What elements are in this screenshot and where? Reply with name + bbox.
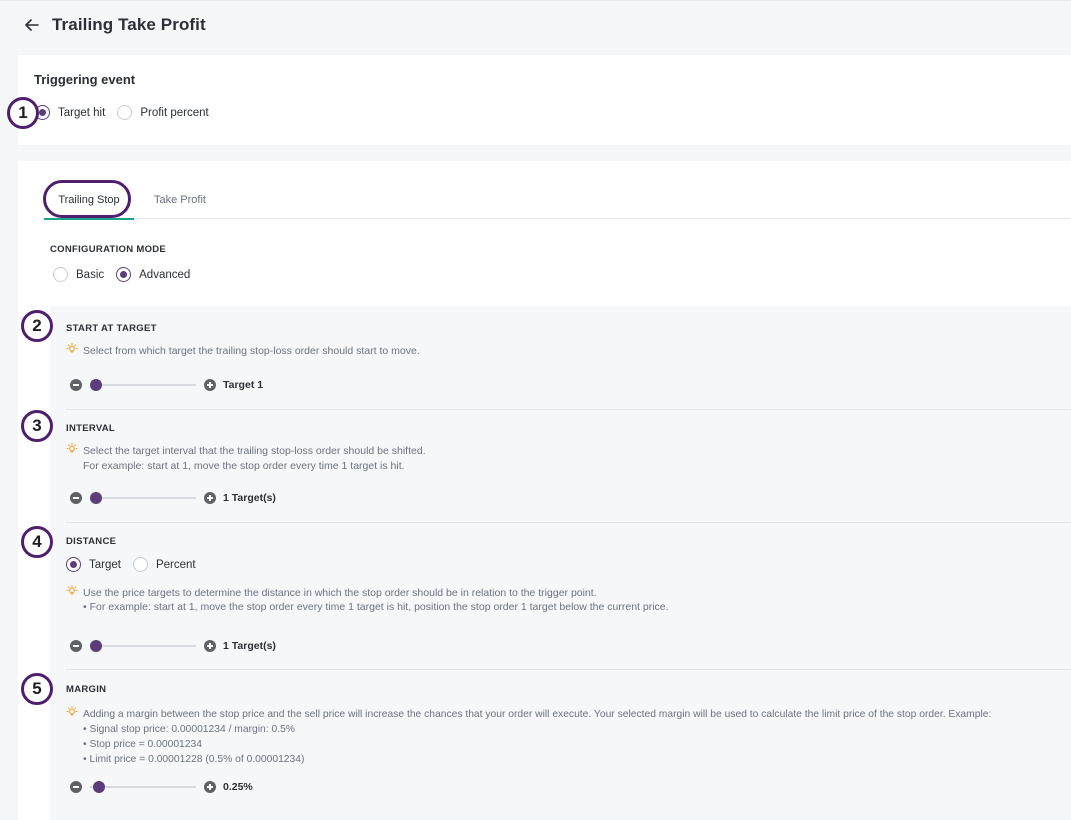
radio-button[interactable]	[53, 267, 68, 282]
start-at-target-hint: Select from which target the trailing st…	[66, 343, 1071, 359]
margin-section: MARGIN Adding a margin between the stop …	[66, 684, 1071, 767]
hint-line: • Stop price = 0.00001234	[83, 739, 202, 750]
lightbulb-icon	[66, 343, 78, 353]
page-header: Trailing Take Profit	[22, 10, 206, 40]
minus-circle-icon[interactable]	[70, 640, 82, 652]
trailing-config-card: Trailing Stop Take Profit CONFIGURATION …	[18, 161, 1071, 820]
radio-label: Profit percent	[140, 106, 209, 119]
hint-text: Select the target interval that the trai…	[83, 444, 426, 474]
radio-target[interactable]: Target	[66, 557, 121, 572]
radio-label: Basic	[76, 268, 105, 281]
triggering-event-card: Triggering event Target hit Profit perce…	[18, 55, 1071, 145]
hint-line: Select the target interval that the trai…	[83, 445, 426, 457]
radio-button[interactable]	[132, 557, 148, 572]
radio-basic[interactable]: Basic	[53, 267, 104, 282]
interval-title: INTERVAL	[66, 423, 116, 434]
slider-track	[90, 645, 196, 647]
hint-line: • Limit price = 0.00001228 (0.5% of 0.00…	[83, 754, 305, 765]
page-title: Trailing Take Profit	[52, 15, 206, 34]
hint-line: • For example: start at 1, move the stop…	[83, 601, 669, 613]
annotation-marker: 5	[21, 673, 53, 705]
divider	[66, 522, 1071, 523]
tab-trailing-stop[interactable]: Trailing Stop	[44, 181, 134, 220]
radio-button[interactable]	[117, 105, 133, 120]
radio-label: Target hit	[58, 106, 106, 119]
minus-circle-icon[interactable]	[70, 492, 82, 504]
hint-line: Use the price targets to determine the d…	[83, 587, 597, 599]
annotation-marker: 4	[21, 526, 53, 558]
radio-label: Target	[89, 558, 121, 571]
interval-hint: Select the target interval that the trai…	[66, 443, 1071, 474]
triggering-event-title: Triggering event	[34, 72, 136, 87]
plus-circle-icon[interactable]	[204, 781, 216, 793]
radio-target-hit[interactable]: Target hit	[35, 105, 105, 120]
triggering-event-options: Target hit Profit percent	[35, 105, 221, 120]
hint-text: Select from which target the trailing st…	[83, 345, 420, 357]
distance-stepper: 1 Target(s)	[70, 639, 276, 653]
distance-value: 1 Target(s)	[223, 640, 276, 652]
distance-slider[interactable]	[90, 639, 196, 653]
slider-thumb[interactable]	[92, 781, 105, 793]
margin-value: 0.25%	[223, 781, 253, 793]
plus-circle-icon[interactable]	[204, 379, 216, 391]
radio-label: Percent	[155, 558, 196, 571]
start-at-target-value: Target 1	[223, 379, 264, 391]
minus-circle-icon[interactable]	[70, 379, 82, 391]
plus-circle-icon[interactable]	[204, 492, 216, 504]
slider-thumb[interactable]	[90, 379, 102, 391]
hint-line: For example: start at 1, move the stop o…	[83, 460, 405, 472]
annotation-marker: 3	[21, 410, 53, 442]
radio-advanced[interactable]: Advanced	[116, 267, 190, 282]
start-at-target-section: START AT TARGET Select from which target…	[66, 323, 1071, 359]
slider-track	[90, 786, 196, 788]
slider-track	[90, 497, 196, 499]
back-arrow-icon[interactable]	[22, 15, 42, 35]
configuration-mode-label: CONFIGURATION MODE	[50, 244, 167, 255]
margin-slider[interactable]	[90, 780, 196, 794]
advanced-settings-panel: START AT TARGET Select from which target…	[50, 306, 1071, 820]
top-border	[0, 0, 1071, 1]
annotation-marker: 2	[21, 310, 53, 342]
distance-section: DISTANCE Target Percent Use the price ta…	[66, 536, 1071, 614]
annotation-marker: 1	[7, 97, 39, 129]
slider-track	[90, 384, 196, 386]
lightbulb-icon	[66, 585, 78, 595]
hint-text: Adding a margin between the stop price a…	[83, 707, 991, 767]
hint-line: • Signal stop price: 0.00001234 / margin…	[83, 724, 295, 735]
distance-options: Target Percent	[66, 557, 1071, 572]
interval-section: INTERVAL Select the target interval that…	[66, 423, 1071, 474]
lightbulb-icon	[66, 443, 78, 453]
hint-line: Adding a margin between the stop price a…	[83, 709, 992, 720]
radio-profit-percent[interactable]: Profit percent	[117, 105, 209, 120]
slider-thumb[interactable]	[90, 492, 102, 504]
radio-button[interactable]	[66, 557, 81, 572]
radio-label: Advanced	[139, 268, 191, 281]
lightbulb-icon	[66, 706, 78, 716]
tab-take-profit[interactable]: Take Profit	[152, 181, 208, 219]
start-at-target-title: START AT TARGET	[66, 323, 157, 334]
configuration-mode-options: Basic Advanced	[53, 267, 202, 282]
interval-slider[interactable]	[90, 491, 196, 505]
margin-stepper: 0.25%	[70, 780, 253, 794]
interval-value: 1 Target(s)	[223, 492, 276, 504]
start-at-target-slider[interactable]	[90, 378, 196, 392]
hint-text: Use the price targets to determine the d…	[83, 586, 669, 614]
distance-title: DISTANCE	[66, 536, 117, 547]
interval-stepper: 1 Target(s)	[70, 491, 276, 505]
divider	[66, 669, 1071, 670]
slider-thumb[interactable]	[90, 640, 102, 652]
margin-title: MARGIN	[66, 684, 107, 695]
distance-hint: Use the price targets to determine the d…	[66, 585, 1071, 614]
minus-circle-icon[interactable]	[70, 781, 82, 793]
radio-percent[interactable]: Percent	[132, 557, 196, 572]
margin-hint: Adding a margin between the stop price a…	[66, 706, 1071, 767]
start-at-target-stepper: Target 1	[70, 378, 263, 392]
tab-bar: Trailing Stop Take Profit	[43, 180, 1071, 220]
plus-circle-icon[interactable]	[204, 640, 216, 652]
divider	[66, 409, 1071, 410]
radio-button[interactable]	[116, 267, 132, 282]
